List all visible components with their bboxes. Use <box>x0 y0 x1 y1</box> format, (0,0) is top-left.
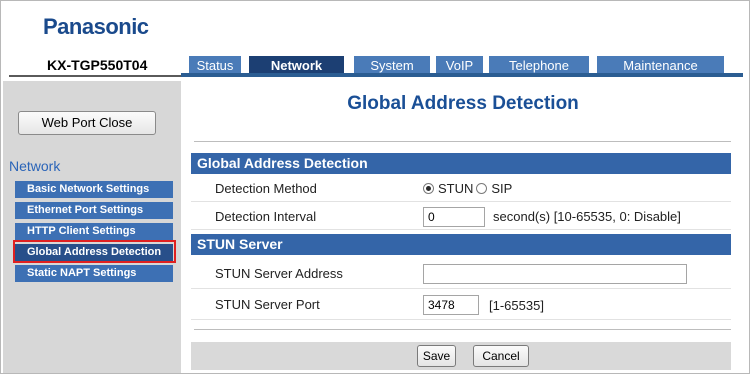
header-divider <box>9 75 181 77</box>
web-port-close-button[interactable]: Web Port Close <box>18 111 156 135</box>
form-divider <box>194 329 731 330</box>
button-bar <box>191 342 731 370</box>
sidebar-item-static-napt-settings[interactable]: Static NAPT Settings <box>15 265 173 282</box>
panasonic-logo: Panasonic <box>43 14 149 39</box>
detection-interval-label: Detection Interval <box>215 209 317 224</box>
section-header-stun-server: STUN Server <box>191 234 731 255</box>
sidebar-item-ethernet-port-settings[interactable]: Ethernet Port Settings <box>15 202 173 219</box>
stun-server-port-hint: [1-65535] <box>489 297 544 313</box>
sip-radio-label[interactable]: SIP <box>491 181 512 196</box>
stun-server-address-row: STUN Server Address <box>191 259 731 289</box>
detection-interval-hint: second(s) [10-65535, 0: Disable] <box>493 209 681 224</box>
detection-interval-row: Detection Interval 0 second(s) [10-65535… <box>191 203 731 230</box>
stun-server-address-input[interactable] <box>423 264 687 284</box>
stun-server-address-label: STUN Server Address <box>215 266 343 281</box>
sidebar-item-global-address-detection[interactable]: Global Address Detection <box>15 244 173 261</box>
sidebar-item-basic-network-settings[interactable]: Basic Network Settings <box>15 181 173 198</box>
title-divider <box>194 141 731 142</box>
sip-radio[interactable] <box>476 183 488 194</box>
browser-page: Panasonic KX-TGP550T04 Status Network Sy… <box>0 0 750 374</box>
page-title: Global Address Detection <box>347 93 579 114</box>
sidebar-section-network: Network <box>9 158 61 174</box>
detection-interval-input[interactable]: 0 <box>423 206 485 227</box>
cancel-button[interactable]: Cancel <box>473 345 529 367</box>
detection-method-label: Detection Method <box>215 181 317 196</box>
tabs-underline <box>181 73 743 77</box>
stun-radio[interactable] <box>423 183 434 194</box>
stun-server-port-label: STUN Server Port <box>215 297 320 312</box>
detection-method-row: Detection Method STUN SIP <box>191 175 731 202</box>
sidebar-item-http-client-settings[interactable]: HTTP Client Settings <box>15 223 173 240</box>
model-name: KX-TGP550T04 <box>47 57 148 73</box>
stun-server-port-input[interactable]: 3478 <box>423 295 479 315</box>
stun-server-port-row: STUN Server Port 3478 [1-65535] <box>191 290 731 320</box>
section-header-global-address-detection: Global Address Detection <box>191 153 731 174</box>
stun-radio-label[interactable]: STUN <box>438 181 473 196</box>
save-button[interactable]: Save <box>417 345 456 367</box>
